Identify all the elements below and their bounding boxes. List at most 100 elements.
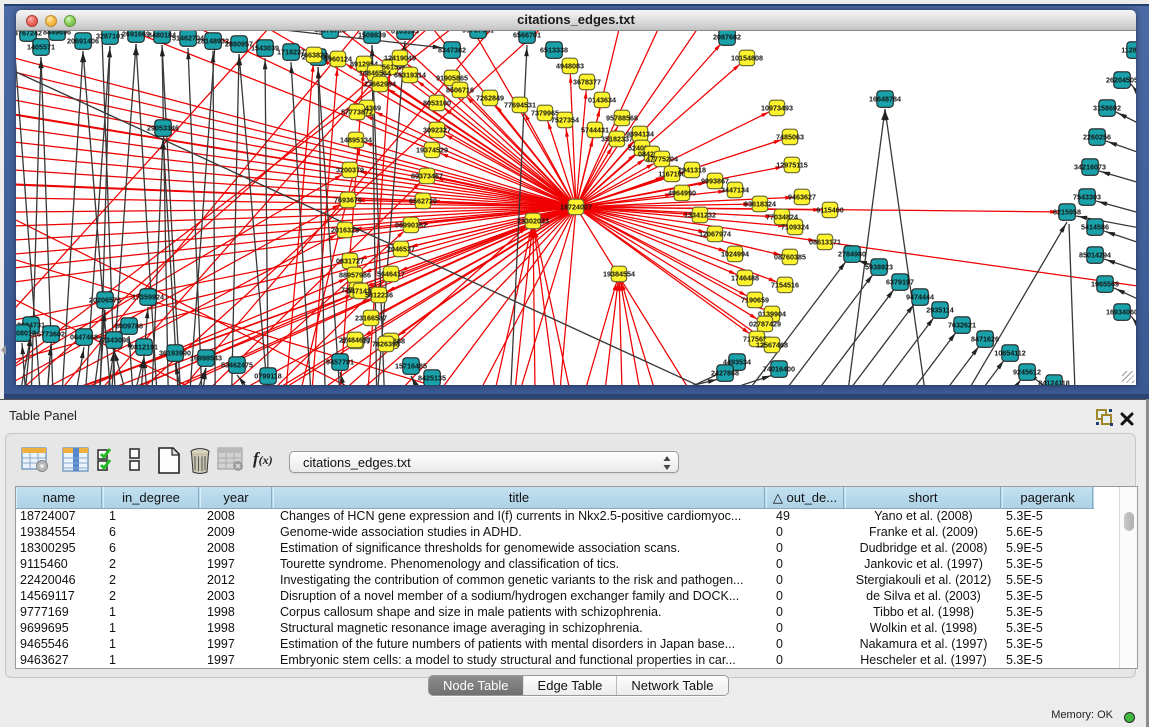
svg-text:0812191: 0812191: [130, 343, 158, 352]
svg-text:7109324: 7109324: [781, 223, 809, 232]
svg-text:1509839: 1509839: [358, 31, 386, 40]
svg-text:19384554: 19384554: [603, 270, 635, 279]
svg-text:93618324: 93618324: [744, 200, 776, 209]
svg-text:16998543: 16998543: [190, 354, 222, 363]
svg-text:6513338: 6513338: [540, 46, 568, 55]
svg-text:19374529: 19374529: [416, 146, 448, 155]
svg-text:7262849: 7262849: [476, 94, 504, 103]
svg-text:0799118: 0799118: [254, 372, 282, 381]
svg-text:7826398: 7826398: [372, 340, 400, 349]
svg-text:23662994: 23662994: [364, 80, 396, 89]
svg-text:8506716: 8506716: [446, 86, 474, 95]
svg-text:1746488: 1746488: [731, 274, 759, 283]
svg-text:10154808: 10154808: [731, 54, 763, 63]
svg-text:12567468: 12567468: [756, 341, 788, 350]
svg-text:08613171: 08613171: [809, 238, 841, 247]
svg-text:10973493: 10973493: [761, 104, 793, 113]
svg-text:29053346: 29053346: [147, 124, 179, 133]
svg-text:91905865: 91905865: [436, 74, 468, 83]
svg-text:12419049: 12419049: [384, 54, 416, 63]
svg-text:02787429: 02787429: [749, 320, 781, 329]
svg-text:2016328: 2016328: [331, 226, 359, 235]
svg-text:84124118: 84124118: [1038, 379, 1070, 385]
svg-text:99737631: 99737631: [462, 31, 494, 35]
svg-text:2087682: 2087682: [713, 33, 741, 42]
svg-text:12067974: 12067974: [699, 230, 731, 239]
svg-text:7693676: 7693676: [334, 196, 362, 205]
svg-text:8471626: 8471626: [971, 335, 999, 344]
svg-text:1024994: 1024994: [721, 250, 749, 259]
svg-text:26204505: 26204505: [1106, 76, 1136, 85]
svg-text:5812236: 5812236: [365, 291, 393, 300]
svg-text:3158692: 3158692: [1093, 104, 1121, 113]
svg-text:15716485: 15716485: [395, 362, 427, 371]
svg-text:1128059: 1128059: [1121, 46, 1136, 55]
svg-text:1405571: 1405571: [27, 43, 55, 52]
svg-text:5938923: 5938923: [865, 263, 893, 272]
svg-text:0103105: 0103105: [391, 31, 419, 36]
svg-text:3092327: 3092327: [423, 126, 451, 135]
svg-text:08760385: 08760385: [774, 253, 806, 262]
svg-text:46578713: 46578713: [314, 31, 346, 35]
svg-text:2427868: 2427868: [711, 369, 739, 378]
svg-text:8215958: 8215958: [1053, 208, 1081, 217]
svg-text:88957986: 88957986: [339, 271, 371, 280]
svg-text:2935114: 2935114: [926, 306, 954, 315]
svg-text:8425135: 8425135: [418, 374, 446, 383]
svg-text:34216073: 34216073: [1074, 163, 1106, 172]
svg-text:3767242: 3767242: [16, 31, 42, 38]
svg-text:66319314: 66319314: [394, 71, 426, 80]
svg-text:57773872: 57773872: [341, 108, 373, 117]
svg-text:12975115: 12975115: [776, 161, 808, 170]
svg-text:85014294: 85014294: [1079, 251, 1111, 260]
svg-text:16934060: 16934060: [1106, 308, 1136, 317]
svg-text:9457791: 9457791: [326, 358, 354, 367]
svg-text:9894134: 9894134: [626, 130, 654, 139]
svg-text:0831727: 0831727: [336, 257, 364, 266]
svg-text:5009788: 5009788: [115, 322, 143, 331]
svg-text:9115460: 9115460: [816, 206, 844, 215]
svg-text:0647468: 0647468: [70, 333, 98, 342]
svg-text:89373467: 89373467: [411, 172, 443, 181]
svg-text:3447134: 3447134: [721, 186, 749, 195]
svg-text:14895134: 14895134: [340, 136, 372, 145]
svg-text:2784980: 2784980: [838, 250, 866, 259]
svg-text:23166587: 23166587: [355, 314, 387, 323]
svg-text:2046537: 2046537: [387, 245, 415, 254]
svg-text:9993867: 9993867: [701, 177, 729, 186]
svg-text:8108013: 8108013: [16, 329, 36, 338]
svg-text:9474444: 9474444: [906, 293, 934, 302]
svg-text:5646417: 5646417: [377, 270, 405, 279]
svg-text:5744431: 5744431: [581, 126, 609, 135]
svg-text:2941318: 2941318: [678, 166, 706, 175]
svg-text:8347382: 8347382: [438, 46, 466, 55]
svg-text:16648784: 16648784: [869, 95, 901, 104]
svg-text:2260256: 2260256: [1083, 133, 1111, 142]
svg-text:27484677: 27484677: [339, 336, 371, 345]
svg-text:7543303: 7543303: [1073, 193, 1101, 202]
svg-text:74016400: 74016400: [763, 365, 795, 374]
svg-text:53462475: 53462475: [221, 361, 253, 370]
svg-text:9245612: 9245612: [1013, 368, 1041, 377]
svg-text:5414586: 5414586: [1081, 223, 1109, 232]
svg-text:13341232: 13341232: [684, 211, 716, 220]
svg-text:7485063: 7485063: [776, 133, 804, 142]
svg-text:47775204: 47775204: [646, 155, 678, 164]
svg-text:06990162: 06990162: [395, 221, 427, 230]
svg-text:8053100: 8053100: [423, 99, 451, 108]
svg-text:6566701: 6566701: [513, 31, 541, 40]
svg-text:6773602: 6773602: [37, 330, 65, 339]
svg-text:7154516: 7154516: [771, 281, 799, 290]
svg-text:6562729: 6562729: [409, 197, 437, 206]
svg-text:4964990: 4964990: [668, 189, 696, 198]
svg-text:17359924: 17359924: [132, 293, 164, 302]
svg-text:3287101: 3287101: [96, 32, 124, 41]
svg-text:7190659: 7190659: [741, 296, 769, 305]
svg-text:4948083: 4948083: [556, 62, 584, 71]
svg-text:7632621: 7632621: [948, 321, 976, 330]
svg-text:72343098: 72343098: [98, 336, 130, 345]
svg-text:6379197: 6379197: [886, 278, 914, 287]
svg-text:9463627: 9463627: [788, 193, 816, 202]
svg-text:95788568: 95788568: [606, 114, 638, 123]
svg-text:10654112: 10654112: [994, 349, 1026, 358]
